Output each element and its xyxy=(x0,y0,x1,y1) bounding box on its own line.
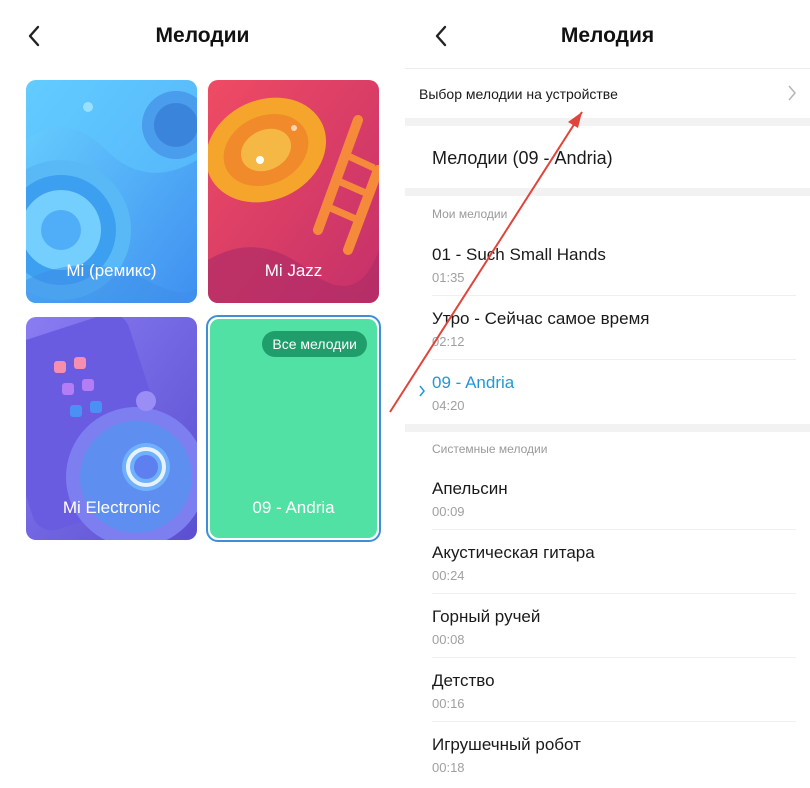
tile-label: Mi Jazz xyxy=(264,261,323,280)
melody-name: Детство xyxy=(432,671,495,690)
tile-mi-remix[interactable]: Mi (ремикс) xyxy=(26,80,197,303)
list-item[interactable]: 01 - Such Small Hands 01:35 xyxy=(405,232,810,296)
device-melody-picker[interactable]: Выбор мелодии на устройстве xyxy=(405,68,810,118)
list-item[interactable]: Игрушечный робот 00:18 xyxy=(405,722,810,786)
current-melody-label: Мелодии (09 - Andria) xyxy=(432,148,613,168)
melody-name: Горный ручей xyxy=(432,607,541,626)
melody-duration: 00:18 xyxy=(432,760,465,775)
divider xyxy=(405,188,810,196)
tile-mi-electronic[interactable]: Mi Electronic xyxy=(26,317,197,540)
right-top-bar: Мелодия xyxy=(405,0,810,70)
melody-duration: 02:12 xyxy=(432,334,465,349)
device-picker-label: Выбор мелодии на устройстве xyxy=(419,86,618,102)
ringtones-screen: Мелодии Mi (ремикс) Mi Jazz Mi Electroni… xyxy=(0,0,405,788)
divider xyxy=(405,424,810,432)
melody-name: Апельсин xyxy=(432,479,508,498)
chevron-right-icon xyxy=(788,85,796,101)
list-item[interactable]: Горный ручей 00:08 xyxy=(405,594,810,658)
list-item[interactable]: Апельсин 00:09 xyxy=(405,466,810,530)
tile-mi-jazz[interactable]: Mi Jazz xyxy=(208,80,379,303)
left-top-bar: Мелодии xyxy=(0,0,405,70)
melody-duration: 00:16 xyxy=(432,696,465,711)
list-item[interactable]: Утро - Сейчас самое время 02:12 xyxy=(405,296,810,360)
melody-name: Акустическая гитара xyxy=(432,543,595,562)
melody-screen: Мелодия Выбор мелодии на устройстве Мело… xyxy=(405,0,810,788)
tile-label: Mi Electronic xyxy=(62,498,161,517)
page-title: Мелодии xyxy=(155,24,250,47)
melody-duration: 00:08 xyxy=(432,632,465,647)
melody-name: 09 - Andria xyxy=(432,373,515,392)
page-title: Мелодия xyxy=(560,24,655,47)
tile-label: 09 - Andria xyxy=(252,498,335,517)
tile-all-melodies[interactable]: Все мелодии 09 - Andria xyxy=(206,315,381,542)
melody-duration: 04:20 xyxy=(432,398,465,413)
melody-name: Утро - Сейчас самое время xyxy=(432,309,650,328)
melody-duration: 01:35 xyxy=(432,270,465,285)
section-header-system: Системные мелодии xyxy=(432,442,548,456)
melody-name: Игрушечный робот xyxy=(432,735,581,754)
melody-duration: 00:09 xyxy=(432,504,465,519)
selected-chevron-icon xyxy=(419,385,425,397)
tile-label: Mi (ремикс) xyxy=(66,261,157,280)
list-item-selected[interactable]: 09 - Andria 04:20 xyxy=(405,360,810,424)
section-header-my: Мои мелодии xyxy=(432,207,508,221)
melody-duration: 00:24 xyxy=(432,568,465,583)
list-item[interactable]: Акустическая гитара 00:24 xyxy=(405,530,810,594)
all-melodies-badge[interactable]: Все мелодии xyxy=(262,331,367,357)
current-melody-row[interactable]: Мелодии (09 - Andria) xyxy=(405,126,810,188)
divider xyxy=(405,118,810,126)
melody-name: 01 - Such Small Hands xyxy=(432,245,606,264)
list-item[interactable]: Детство 00:16 xyxy=(405,658,810,722)
